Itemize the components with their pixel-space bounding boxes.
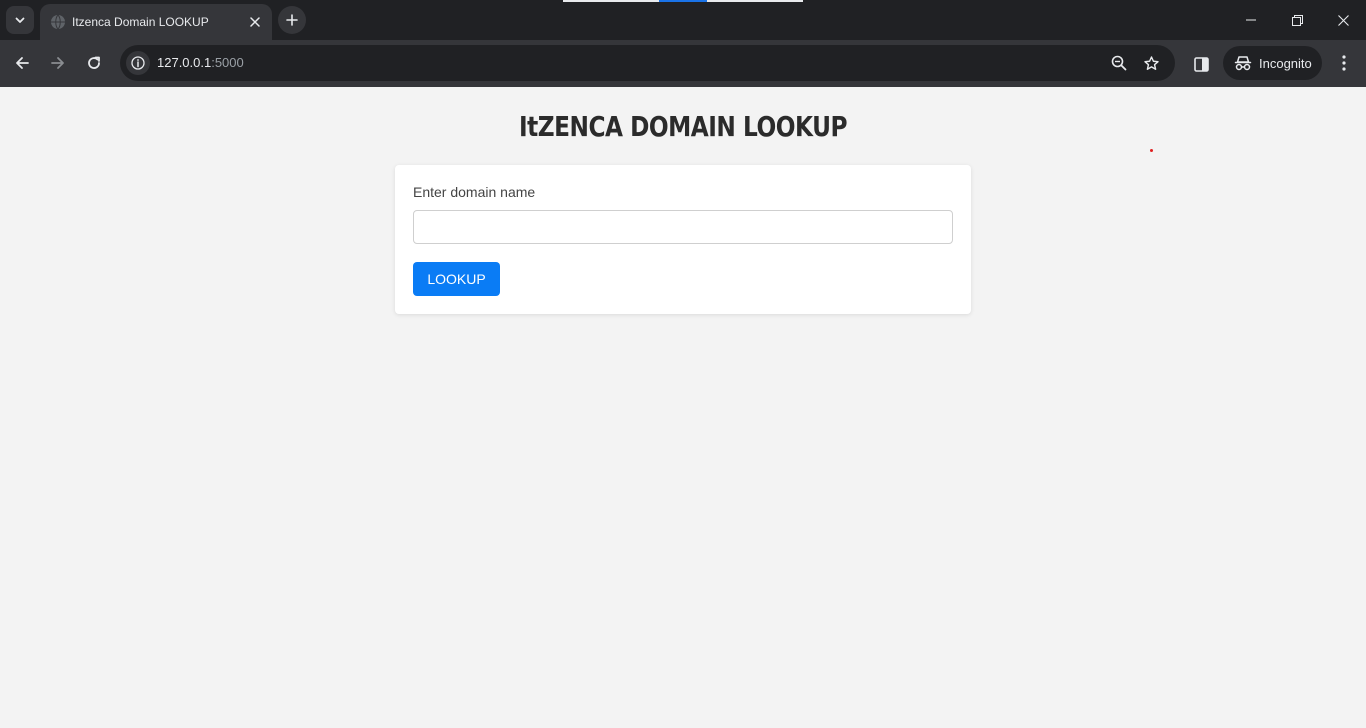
info-icon	[131, 56, 145, 70]
plus-icon	[286, 14, 298, 26]
incognito-icon	[1234, 56, 1252, 71]
side-panel-button[interactable]	[1189, 52, 1213, 76]
forward-button[interactable]	[43, 48, 73, 78]
chevron-down-icon	[15, 17, 25, 23]
url-text: 127.0.0.1:5000	[157, 55, 244, 71]
new-tab-button[interactable]	[278, 6, 306, 34]
minimize-icon	[1246, 19, 1256, 21]
tab-title: Itzenca Domain LOOKUP	[72, 15, 209, 29]
incognito-profile-button[interactable]: Incognito	[1223, 46, 1322, 80]
side-panel-icon	[1193, 56, 1209, 72]
minimize-button[interactable]	[1228, 0, 1274, 40]
tab-drag-indicator-accent	[659, 0, 707, 2]
restore-icon	[1291, 14, 1303, 26]
incognito-label: Incognito	[1259, 55, 1312, 71]
address-bar[interactable]: 127.0.0.1:5000	[120, 45, 1175, 81]
close-icon	[1337, 14, 1349, 26]
arrow-left-icon	[16, 57, 29, 69]
browser-toolbar: 127.0.0.1:5000 Incognito	[0, 40, 1366, 87]
tab-search-button[interactable]	[6, 6, 34, 34]
tab-close-button[interactable]	[246, 13, 264, 31]
star-icon	[1143, 55, 1159, 70]
back-button[interactable]	[7, 48, 37, 78]
browser-menu-button[interactable]	[1332, 50, 1356, 76]
browser-tab[interactable]: Itzenca Domain LOOKUP	[40, 4, 272, 40]
zoom-out-icon	[1111, 55, 1127, 71]
zoom-button[interactable]	[1108, 52, 1130, 74]
arrow-right-icon	[51, 57, 64, 69]
tab-strip: Itzenca Domain LOOKUP	[0, 0, 1366, 40]
restore-button[interactable]	[1274, 0, 1320, 40]
bookmark-button[interactable]	[1140, 52, 1162, 74]
reload-icon	[88, 56, 100, 69]
domain-name-label: Enter domain name	[413, 184, 536, 200]
window-close-button[interactable]	[1320, 0, 1366, 40]
site-info-button[interactable]	[126, 51, 150, 75]
url-host: 127.0.0.1	[157, 55, 212, 70]
close-icon	[250, 17, 260, 27]
lookup-form-card: Enter domain name LOOKUP	[395, 165, 971, 314]
reload-button[interactable]	[79, 48, 109, 78]
domain-name-input[interactable]	[413, 210, 953, 244]
url-port: :5000	[211, 55, 244, 70]
page-content: ItZENCA DOMAIN LOOKUP Enter domain name …	[0, 87, 1366, 728]
lookup-button[interactable]: LOOKUP	[413, 262, 500, 296]
more-vertical-icon	[1342, 55, 1346, 71]
red-dot-marker	[1150, 149, 1153, 152]
page-title: ItZENCA DOMAIN LOOKUP	[519, 110, 847, 143]
globe-icon	[51, 14, 65, 30]
